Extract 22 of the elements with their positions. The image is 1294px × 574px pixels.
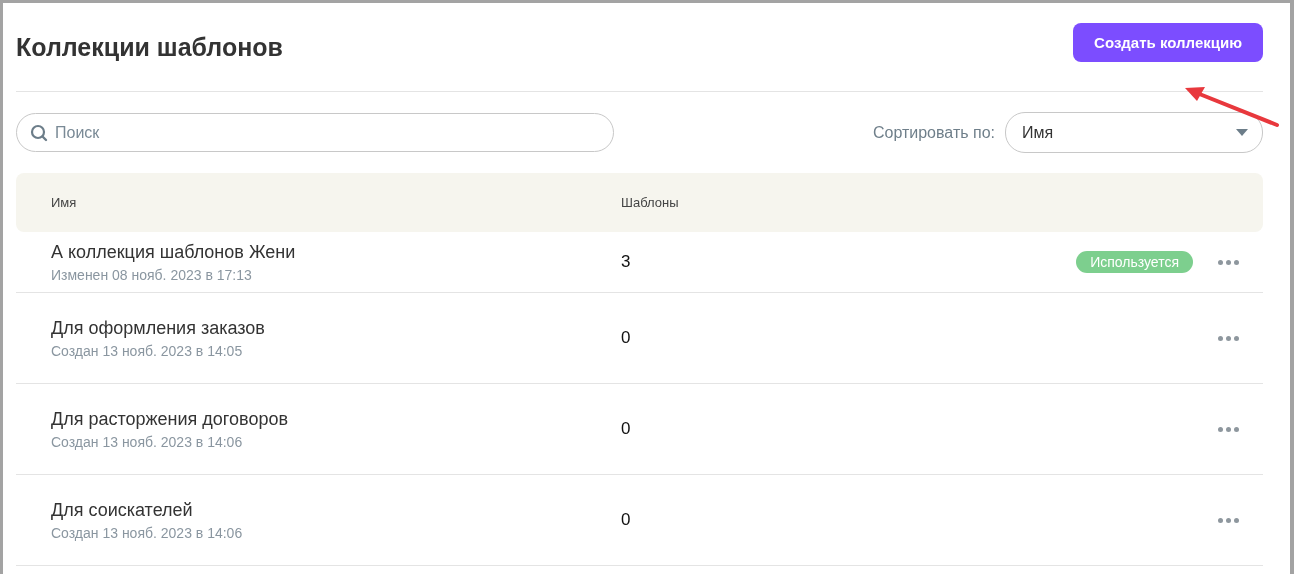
create-collection-button[interactable]: Создать коллекцию [1073, 22, 1263, 62]
collection-name[interactable]: А коллекция шаблонов Жени [51, 241, 621, 263]
search-field[interactable]: Поиск [16, 113, 614, 152]
template-count: 3 [621, 252, 631, 272]
collection-name[interactable]: Для соискателей [51, 499, 621, 521]
sort-dropdown[interactable]: Имя [1005, 112, 1263, 153]
collection-name[interactable]: Для расторжения договоров [51, 408, 621, 430]
template-count: 0 [621, 419, 631, 439]
collection-name[interactable]: Для оформления заказов [51, 317, 621, 339]
caret-icon [1236, 129, 1248, 136]
date-text: Создан 13 нояб. 2023 в 14:06 [51, 524, 244, 541]
status-badge: Используется [1076, 251, 1193, 273]
column-header: Шаблоны [621, 195, 680, 210]
template-count: 0 [621, 510, 631, 530]
search-icon [30, 124, 48, 142]
date-text: Изменен 08 нояб. 2023 в 17:13 [51, 266, 253, 283]
column-header: Имя [51, 195, 78, 210]
page-title: Коллекции шаблонов [16, 32, 283, 62]
date-text: Создан 13 нояб. 2023 в 14:05 [51, 342, 244, 359]
template-count: 0 [621, 328, 631, 348]
sort-label: Сортировать по: [872, 123, 995, 142]
date-text: Создан 13 нояб. 2023 в 14:06 [51, 433, 244, 450]
